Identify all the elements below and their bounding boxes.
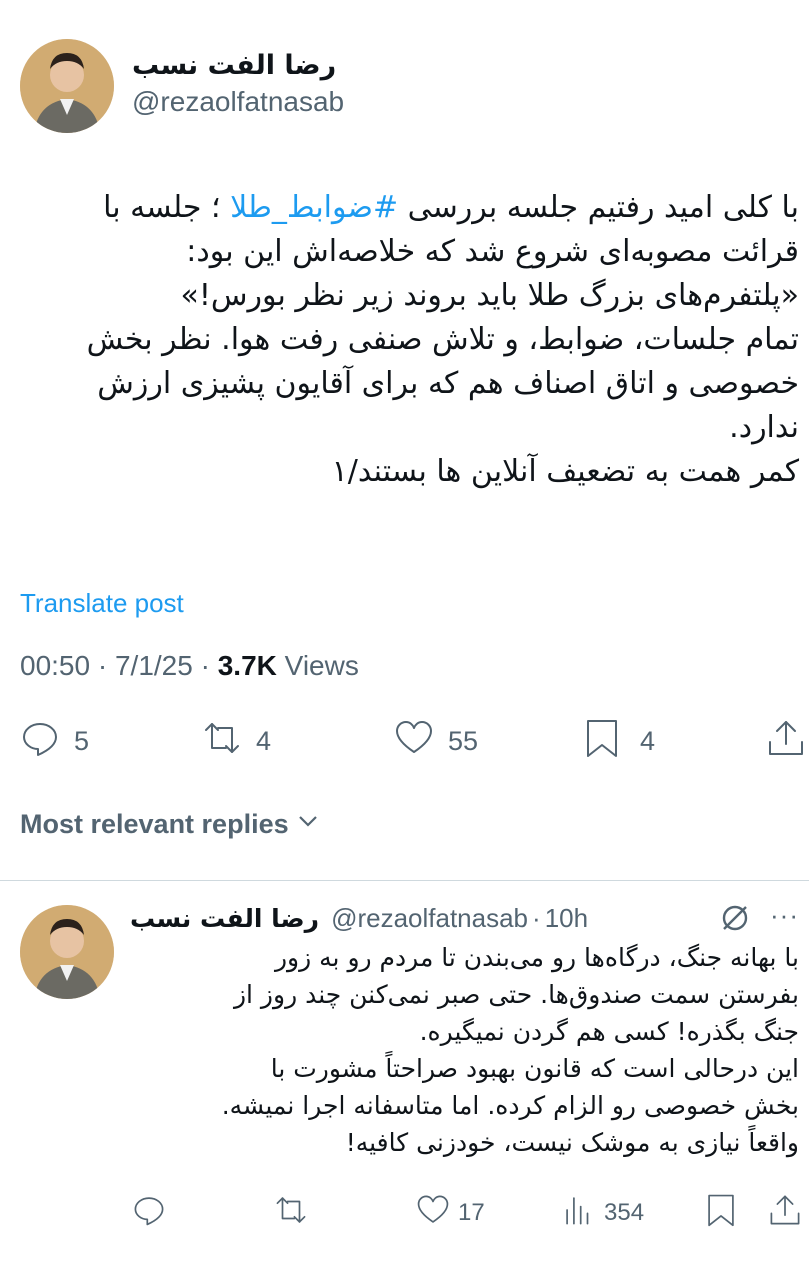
post-author: رضا الفت نسب @rezaolfatnasab bbox=[20, 38, 344, 134]
like-icon bbox=[416, 1193, 450, 1234]
reply-bookmark-button[interactable] bbox=[704, 1193, 738, 1233]
reply-text-line: واقعاً نیازی به موشک نیست، خودزنی کافیه! bbox=[345, 1128, 799, 1157]
post-text-line: خصوصی و اتاق اصناف هم که برای آقایون پشی… bbox=[97, 366, 799, 401]
post-text-line: «پلتفرم‌های بزرگ طلا باید بروند زیر نظر … bbox=[180, 278, 799, 313]
bookmark-count: 4 bbox=[640, 725, 656, 756]
replies-sort-dropdown[interactable]: Most relevant replies bbox=[20, 808, 321, 841]
more-icon[interactable]: ··· bbox=[770, 902, 804, 931]
reply-views-count: 354 bbox=[604, 1199, 645, 1226]
post-meta: 00:50 · 7/1/25 · 3.7K Views bbox=[20, 650, 359, 682]
reply-reply-button[interactable] bbox=[132, 1193, 166, 1233]
post-text: با کلی امید رفتیم جلسه بررسی #ضوابط_طلا … bbox=[18, 186, 799, 494]
post-text-line: ندارد. bbox=[729, 410, 799, 445]
repost-count: 4 bbox=[256, 725, 272, 756]
author-avatar[interactable] bbox=[20, 39, 114, 133]
share-button[interactable] bbox=[766, 718, 806, 764]
bookmark-button[interactable]: 4 bbox=[582, 718, 655, 764]
hashtag-link[interactable]: #ضوابط_طلا bbox=[230, 190, 398, 225]
repost-icon bbox=[274, 1193, 308, 1234]
post-text-line: کمر همت به تضعیف آنلاین ها بستند/۱ bbox=[331, 454, 799, 489]
repost-icon bbox=[202, 718, 242, 765]
reply-author-handle[interactable]: @rezaolfatnasab bbox=[331, 903, 528, 934]
reply-like-count: 17 bbox=[458, 1199, 485, 1226]
translate-post-link[interactable]: Translate post bbox=[20, 588, 184, 619]
repost-button[interactable]: 4 bbox=[202, 718, 271, 764]
reply-header: رضا الفت نسب @rezaolfatnasab · 10h bbox=[130, 899, 588, 937]
replies-sort-label: Most relevant replies bbox=[20, 809, 289, 839]
reply-views-button[interactable]: 354 bbox=[562, 1193, 644, 1233]
like-icon bbox=[394, 718, 434, 765]
like-count: 55 bbox=[448, 725, 479, 756]
reply-action-bar: 17 354 bbox=[0, 1193, 809, 1233]
meta-separator: · bbox=[97, 650, 115, 681]
reply-separator: · bbox=[532, 902, 541, 933]
author-name[interactable]: رضا الفت نسب bbox=[132, 49, 344, 83]
bookmark-icon bbox=[582, 718, 622, 765]
share-icon bbox=[766, 718, 806, 765]
reply-avatar[interactable] bbox=[20, 905, 114, 999]
author-handle[interactable]: @rezaolfatnasab bbox=[132, 85, 344, 119]
reply-like-button[interactable]: 17 bbox=[416, 1193, 485, 1233]
reply-count: 5 bbox=[74, 725, 90, 756]
post-date[interactable]: 7/1/25 bbox=[115, 650, 193, 681]
reply-text: با بهانه جنگ، درگاه‌ها رو می‌بندن تا مرد… bbox=[128, 939, 799, 1161]
meta-separator: · bbox=[200, 650, 218, 681]
reply-text-line: با بهانه جنگ، درگاه‌ها رو می‌بندن تا مرد… bbox=[274, 943, 799, 972]
reply-icon bbox=[20, 718, 60, 765]
reply-item[interactable]: رضا الفت نسب @rezaolfatnasab · 10h ··· ب… bbox=[0, 881, 809, 1280]
reply-repost-button[interactable] bbox=[274, 1193, 308, 1233]
bookmark-icon bbox=[704, 1193, 738, 1234]
views-label: Views bbox=[284, 650, 359, 681]
reply-share-button[interactable] bbox=[768, 1193, 802, 1233]
reply-time[interactable]: 10h bbox=[545, 903, 588, 934]
reply-button[interactable]: 5 bbox=[20, 718, 89, 764]
chevron-down-icon bbox=[289, 808, 321, 841]
reply-author-name[interactable]: رضا الفت نسب bbox=[130, 904, 319, 933]
post-text-line: با کلی امید رفتیم جلسه بررسی #ضوابط_طلا … bbox=[103, 190, 799, 225]
reply-text-line: جنگ بگذره! کسی هم گردن نمیگیره. bbox=[419, 1017, 799, 1046]
reply-text-line: این درحالی است که قانون بهبود صراحتاً مش… bbox=[270, 1054, 799, 1083]
post-text-line: قرائت مصوبه‌ای شروع شد که خلاصه‌اش این ب… bbox=[186, 234, 799, 269]
post-action-bar: 5 4 55 4 bbox=[0, 718, 809, 764]
reply-text-line: بخش خصوصی رو الزام کرده. اما متاسفانه اج… bbox=[221, 1091, 799, 1120]
reply-icon bbox=[132, 1193, 166, 1234]
post-text-line: تمام جلسات، ضوابط، و تلاش صنفی رفت هوا. … bbox=[86, 322, 799, 357]
views-count: 3.7K bbox=[217, 650, 277, 681]
post-time[interactable]: 00:50 bbox=[20, 650, 90, 681]
like-button[interactable]: 55 bbox=[394, 718, 478, 764]
grok-icon[interactable] bbox=[718, 901, 752, 935]
views-icon bbox=[562, 1193, 596, 1234]
reply-text-line: بفرستن سمت صندوق‌ها. حتی صبر نمی‌کنن چند… bbox=[233, 980, 799, 1009]
share-icon bbox=[768, 1193, 802, 1234]
